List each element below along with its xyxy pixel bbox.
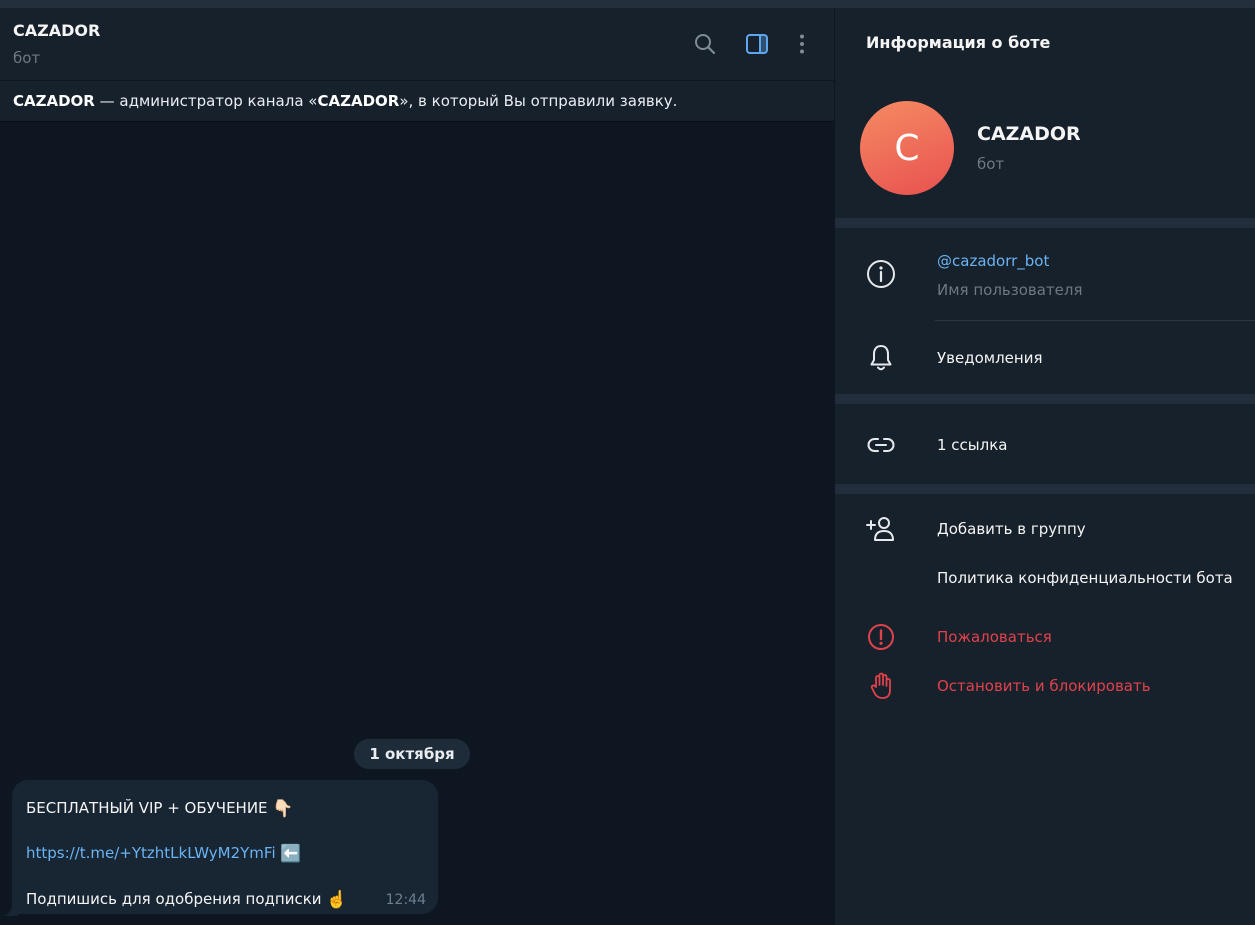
block-bot-button[interactable]: Остановить и блокировать (937, 677, 1151, 695)
bot-info-panel: Информация о боте C CAZADOR бот @cazador… (834, 8, 1255, 925)
bot-name: CAZADOR (977, 123, 1081, 145)
username-link[interactable]: @cazadorr_bot (937, 252, 1049, 270)
stop-hand-icon (865, 670, 897, 702)
report-icon (865, 621, 897, 653)
chat-pane: CAZADOR бот CAZADOR — администратор кана (0, 8, 834, 925)
avatar[interactable]: C (860, 101, 954, 195)
bell-icon (865, 342, 897, 374)
bot-admin-notice: CAZADOR — администратор канала «CAZADOR»… (0, 80, 834, 122)
chat-subtitle: бот (13, 49, 41, 67)
section-divider (835, 394, 1255, 404)
info-panel-title: Информация о боте (866, 33, 1051, 52)
chat-header[interactable]: CAZADOR бот (0, 8, 834, 80)
add-to-group-button[interactable]: Добавить в группу (937, 520, 1086, 538)
link-icon (865, 429, 897, 461)
notice-bot-name: CAZADOR (13, 92, 95, 110)
shared-links-item[interactable]: 1 ссылка (937, 436, 1008, 454)
message-line-2: https://t.me/+YtzhtLkLWyM2YmFi ⬅️ (26, 844, 302, 864)
message-title: БЕСПЛАТНЫЙ VIP + ОБУЧЕНИЕ (26, 799, 268, 817)
info-icon (865, 258, 897, 290)
bot-type: бот (977, 155, 1005, 173)
more-vertical-icon[interactable] (789, 31, 815, 57)
message-line-3: Подпишись для одобрения подписки ☝️ (26, 890, 347, 910)
username-label: Имя пользователя (937, 281, 1083, 299)
message-time: 12:44 (385, 892, 426, 908)
message-bubble[interactable]: БЕСПЛАТНЫЙ VIP + ОБУЧЕНИЕ 👇🏻 https://t.m… (12, 780, 438, 914)
privacy-policy-link[interactable]: Политика конфиденциальности бота (937, 569, 1233, 587)
message-subscribe-text: Подпишись для одобрения подписки (26, 890, 322, 908)
point-down-emoji: 👇🏻 (272, 799, 294, 819)
report-button[interactable]: Пожаловаться (937, 628, 1052, 646)
date-separator: 1 октября (354, 739, 470, 769)
section-divider (835, 218, 1255, 228)
message-link[interactable]: https://t.me/+YtzhtLkLWyM2YmFi (26, 844, 276, 862)
point-up-emoji: ☝️ (326, 890, 348, 910)
notifications-toggle[interactable]: Уведомления (937, 349, 1042, 367)
window-top-strip (0, 0, 1255, 8)
notice-text-before: — администратор канала « (94, 92, 318, 110)
row-divider (935, 320, 1255, 321)
notice-channel-name: CAZADOR (317, 92, 400, 110)
sidebar-toggle-icon[interactable] (744, 31, 770, 57)
search-icon[interactable] (692, 31, 718, 57)
add-user-icon (865, 513, 897, 545)
chat-title[interactable]: CAZADOR (13, 21, 100, 40)
notice-text-after: », в который Вы отправили заявку. (399, 92, 678, 110)
left-arrow-emoji: ⬅️ (280, 844, 302, 864)
message-line-1: БЕСПЛАТНЫЙ VIP + ОБУЧЕНИЕ 👇🏻 (26, 799, 294, 819)
section-divider (835, 484, 1255, 494)
